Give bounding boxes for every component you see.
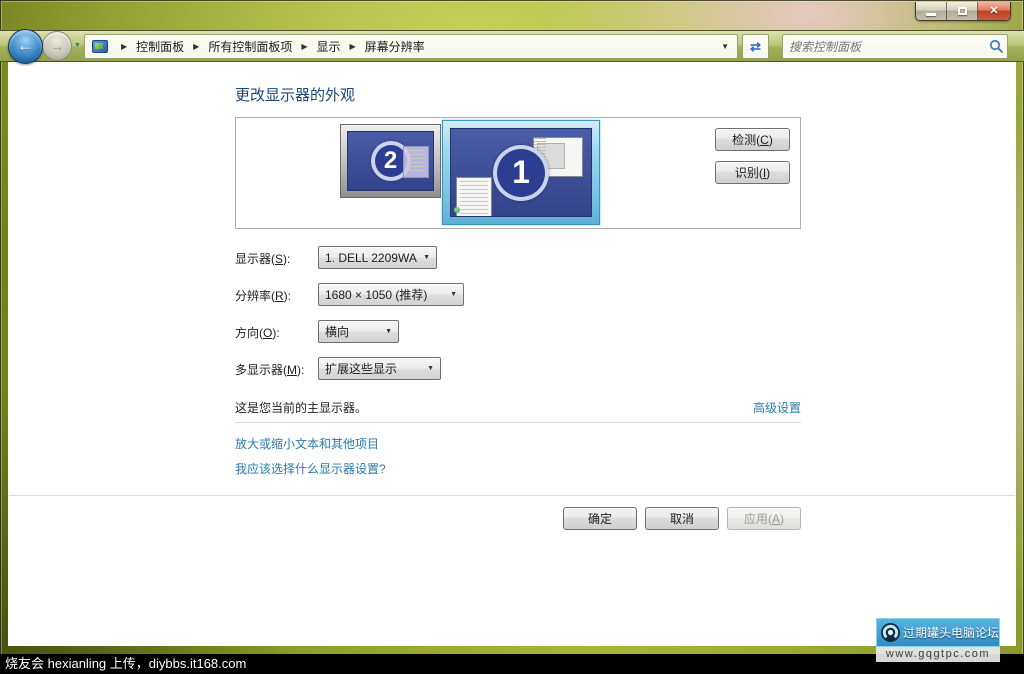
back-button[interactable]: ← bbox=[8, 29, 43, 64]
primary-display-note: 这是您当前的主显示器。 bbox=[235, 399, 367, 416]
close-icon: ✕ bbox=[989, 6, 998, 17]
watermark-url: www.gqgtpc.com bbox=[876, 647, 1000, 662]
window-thumbnail bbox=[456, 177, 492, 217]
navigation-bar: ← → ▼ ▶ 控制面板 ▶ 所有控制面板项 ▶ 显示 ▶ 屏幕分辨率 ▼ ⇄ bbox=[0, 30, 1024, 62]
search-icon[interactable] bbox=[985, 39, 1007, 54]
breadcrumb-item-all-items[interactable]: 所有控制面板项 bbox=[208, 38, 292, 55]
page-title: 更改显示器的外观 bbox=[235, 84, 355, 105]
display-label: 显示器(S): bbox=[235, 250, 290, 267]
primary-display-note-row: 这是您当前的主显示器。 高级设置 bbox=[235, 399, 801, 416]
resolution-row: 分辨率(R): 1680 × 1050 (推荐) ▼ bbox=[235, 283, 801, 307]
breadcrumb-arrow-icon: ▶ bbox=[301, 42, 307, 51]
chevron-down-icon: ▼ bbox=[417, 254, 436, 261]
orientation-label: 方向(O): bbox=[235, 324, 280, 341]
make-text-larger-link[interactable]: 放大或缩小文本和其他项目 bbox=[235, 435, 379, 452]
display-row: 显示器(S): 1. DELL 2209WA ▼ bbox=[235, 246, 801, 270]
ok-button[interactable]: 确定 bbox=[563, 507, 637, 530]
breadcrumb-item-control-panel[interactable]: 控制面板 bbox=[136, 38, 184, 55]
monitor-1-number: 1 bbox=[493, 145, 549, 201]
detect-button[interactable]: 检测(C) bbox=[715, 128, 790, 151]
refresh-button[interactable]: ⇄ bbox=[742, 34, 769, 59]
chevron-down-icon: ▼ bbox=[379, 328, 398, 335]
resolution-label: 分辨率(R): bbox=[235, 287, 291, 304]
maximize-button[interactable] bbox=[947, 2, 978, 20]
forward-icon: → bbox=[50, 38, 64, 54]
resolution-select[interactable]: 1680 × 1050 (推荐) ▼ bbox=[318, 283, 464, 306]
back-icon: ← bbox=[17, 36, 34, 56]
caption-buttons: ✕ bbox=[915, 2, 1011, 21]
cancel-button[interactable]: 取消 bbox=[645, 507, 719, 530]
search-input[interactable] bbox=[783, 40, 985, 54]
breadcrumb-arrow-icon: ▶ bbox=[193, 42, 199, 51]
breadcrumb[interactable]: ▶ 控制面板 ▶ 所有控制面板项 ▶ 显示 ▶ 屏幕分辨率 ▼ bbox=[84, 34, 738, 59]
multiple-displays-label: 多显示器(M): bbox=[235, 361, 304, 378]
refresh-icon: ⇄ bbox=[750, 39, 761, 55]
address-dropdown-icon[interactable]: ▼ bbox=[721, 42, 729, 51]
identify-button[interactable]: 识别(I) bbox=[715, 161, 790, 184]
breadcrumb-arrow-icon: ▶ bbox=[121, 42, 127, 51]
chevron-down-icon: ▼ bbox=[444, 291, 463, 298]
orientation-row: 方向(O): 横向 ▼ bbox=[235, 320, 801, 344]
watermark-header: 过期罐头电脑论坛 bbox=[876, 618, 1000, 647]
credit-text: 烧友会 hexianling 上传，diybbs.it168.com bbox=[0, 656, 246, 671]
credit-bar: 烧友会 hexianling 上传，diybbs.it168.com bbox=[0, 654, 1024, 674]
monitor-2-screen: 2 bbox=[347, 131, 434, 191]
start-orb-icon bbox=[454, 207, 460, 213]
display-settings-help-link[interactable]: 我应该选择什么显示器设置? bbox=[235, 460, 386, 477]
forward-button[interactable]: → bbox=[42, 31, 72, 61]
advanced-settings-link[interactable]: 高级设置 bbox=[753, 399, 801, 416]
recent-pages-dropdown[interactable]: ▼ bbox=[74, 42, 81, 49]
divider bbox=[9, 495, 1015, 496]
monitor-2-thumbnail[interactable]: 2 bbox=[340, 124, 441, 198]
watermark-title: 过期罐头电脑论坛 bbox=[903, 624, 999, 641]
search-box[interactable] bbox=[782, 34, 1008, 59]
orientation-select[interactable]: 横向 ▼ bbox=[318, 320, 399, 343]
multiple-displays-select[interactable]: 扩展这些显示 ▼ bbox=[318, 357, 441, 380]
forum-logo-icon bbox=[880, 622, 901, 643]
breadcrumb-arrow-icon: ▶ bbox=[350, 42, 356, 51]
screen-resolution-panel: 更改显示器的外观 2 1 检测(C) 识别(I) 显示器(S): bbox=[8, 62, 1016, 646]
minimize-icon bbox=[926, 13, 936, 16]
watermark-badge: 过期罐头电脑论坛 www.gqgtpc.com bbox=[876, 618, 1000, 662]
control-panel-icon[interactable] bbox=[92, 40, 108, 53]
maximize-icon bbox=[958, 7, 967, 15]
monitor-arrangement-preview: 2 1 检测(C) 识别(I) bbox=[235, 117, 801, 229]
divider bbox=[235, 422, 801, 423]
monitor-1-screen: 1 bbox=[450, 128, 592, 217]
window-thumbnail bbox=[403, 146, 429, 178]
display-select[interactable]: 1. DELL 2209WA ▼ bbox=[318, 246, 437, 269]
minimize-button[interactable] bbox=[916, 2, 947, 20]
breadcrumb-item-screen-resolution[interactable]: 屏幕分辨率 bbox=[365, 38, 425, 55]
close-button[interactable]: ✕ bbox=[978, 2, 1010, 20]
monitor-1-thumbnail-selected[interactable]: 1 bbox=[442, 120, 600, 225]
breadcrumb-item-display[interactable]: 显示 bbox=[317, 38, 341, 55]
multiple-displays-row: 多显示器(M): 扩展这些显示 ▼ bbox=[235, 357, 801, 381]
chevron-down-icon: ▼ bbox=[421, 365, 440, 372]
apply-button[interactable]: 应用(A) bbox=[727, 507, 801, 530]
